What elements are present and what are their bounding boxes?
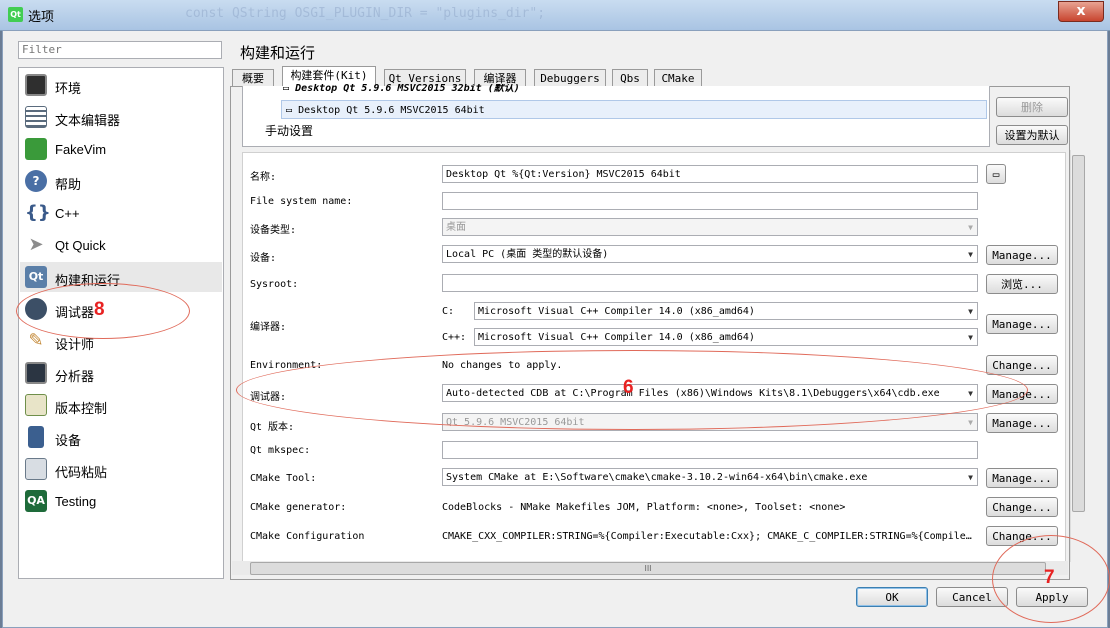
cmake-generator-value: CodeBlocks - NMake Makefiles JOM, Platfo… [442, 502, 846, 513]
sidebar-item-environment[interactable]: 环境 [20, 70, 222, 100]
sidebar-item-help[interactable]: ? 帮助 [20, 166, 222, 196]
qa-testing-icon: QA [25, 490, 47, 512]
device-manage-button[interactable]: Manage... [986, 245, 1058, 265]
cmake-config-label: CMake Configuration [250, 531, 365, 542]
sidebar-item-label: 版本控制 [55, 401, 108, 416]
device-type-select[interactable]: 桌面 [442, 218, 978, 236]
analyzer-icon [25, 362, 47, 384]
version-control-icon [25, 394, 47, 416]
build-run-icon: Qt [25, 266, 47, 288]
tab-debuggers[interactable]: Debuggers [534, 69, 606, 87]
tab-cmake[interactable]: CMake [654, 69, 702, 87]
compiler-manage-button[interactable]: Manage... [986, 314, 1058, 334]
device-select[interactable]: Local PC (桌面 类型的默认设备) [442, 245, 978, 263]
fakevim-icon [25, 138, 47, 160]
qt-version-label: Qt 版本: [250, 422, 295, 433]
background-code-text: const QString OSGI_PLUGIN_DIR = "plugins… [185, 6, 546, 21]
kit-label: Desktop Qt 5.9.6 MSVC2015 64bit [298, 105, 485, 116]
help-icon: ? [25, 170, 47, 192]
set-default-button[interactable]: 设置为默认 [996, 125, 1068, 145]
device-label: 设备: [250, 253, 277, 264]
name-field[interactable]: Desktop Qt %{Qt:Version} MSVC2015 64bit [442, 165, 978, 183]
cpp-compiler-select[interactable]: Microsoft Visual C++ Compiler 14.0 (x86_… [474, 328, 978, 346]
cpp-icon: {} [25, 202, 51, 223]
kit-list: ▭ Desktop Qt 5.9.6 MSVC2015 32bit (默认) ▭… [242, 84, 990, 147]
monitor-small-icon: ▭ [286, 105, 293, 116]
cmake-tool-label: CMake Tool: [250, 473, 317, 484]
tab-qbs[interactable]: Qbs [612, 69, 648, 87]
sidebar-item-code-paste[interactable]: 代码粘贴 [20, 454, 222, 484]
mkspec-label: Qt mkspec: [250, 445, 311, 456]
filter-input[interactable] [18, 41, 222, 59]
manual-group-label: 手动设置 [265, 124, 314, 138]
sidebar-item-text-editor[interactable]: 文本编辑器 [20, 102, 222, 132]
annotation-number-8: 8 [94, 299, 105, 320]
close-button[interactable]: x [1058, 1, 1104, 22]
monitor-icon [25, 74, 47, 96]
title-bar [0, 0, 1110, 31]
sidebar-item-label: Testing [55, 494, 97, 509]
remove-button[interactable]: 删除 [996, 97, 1068, 117]
cmake-tool-manage-button[interactable]: Manage... [986, 468, 1058, 488]
horizontal-scroll-thumb[interactable]: III [250, 562, 1046, 575]
sidebar-item-testing[interactable]: QA Testing [20, 486, 222, 516]
sysroot-field[interactable] [442, 274, 978, 292]
designer-icon: ✎ [28, 330, 44, 351]
qtquick-icon: ➤ [28, 234, 44, 255]
c-compiler-label: C: [442, 306, 455, 317]
sidebar-item-label: 环境 [55, 81, 82, 96]
sidebar-item-label: 代码粘贴 [55, 465, 108, 480]
sidebar-item-devices[interactable]: 设备 [20, 422, 222, 452]
sidebar-item-label: 文本编辑器 [55, 113, 121, 128]
sidebar-item-fakevim[interactable]: FakeVim [20, 134, 222, 164]
cmake-generator-change-button[interactable]: Change... [986, 497, 1058, 517]
device-icon [28, 426, 44, 448]
environment-change-button[interactable]: Change... [986, 355, 1058, 375]
kit-icon-button[interactable]: ▭ [986, 164, 1006, 184]
sidebar-item-qtquick[interactable]: ➤ Qt Quick [20, 230, 222, 260]
sidebar-item-cpp[interactable]: {} C++ [20, 198, 222, 228]
compiler-label: 编译器: [250, 322, 287, 333]
cpp-compiler-label: C++: [442, 332, 467, 343]
sidebar-item-label: C++ [55, 206, 80, 221]
annotation-number-6: 6 [623, 377, 634, 398]
c-compiler-select[interactable]: Microsoft Visual C++ Compiler 14.0 (x86_… [474, 302, 978, 320]
sysroot-browse-button[interactable]: 浏览... [986, 274, 1058, 294]
sidebar-item-label: 设备 [55, 433, 82, 448]
qt-version-manage-button[interactable]: Manage... [986, 413, 1058, 433]
vertical-scroll-thumb[interactable] [1072, 155, 1085, 512]
device-type-label: 设备类型: [250, 225, 297, 236]
window-title: 选项 [28, 10, 55, 25]
annotation-number-7: 7 [1044, 567, 1055, 588]
sidebar-item-label: FakeVim [55, 142, 107, 157]
cmake-tool-select[interactable]: System CMake at E:\Software\cmake\cmake-… [442, 468, 978, 486]
text-editor-icon [25, 106, 47, 128]
monitor-small-icon: ▭ [283, 84, 290, 94]
qt-logo-icon: Qt [8, 7, 23, 22]
monitor-icon: ▭ [992, 168, 1000, 181]
tab-overview[interactable]: 概要 [232, 69, 274, 87]
mkspec-field[interactable] [442, 441, 978, 459]
fs-name-field[interactable] [442, 192, 978, 210]
kit-item-selected[interactable]: ▭ Desktop Qt 5.9.6 MSVC2015 64bit [281, 100, 987, 119]
cmake-generator-label: CMake generator: [250, 502, 347, 513]
kit-label: Desktop Qt 5.9.6 MSVC2015 32bit (默认) [295, 84, 520, 94]
sidebar-item-label: Qt Quick [55, 238, 106, 253]
kit-item[interactable]: ▭ Desktop Qt 5.9.6 MSVC2015 32bit (默认) [283, 84, 520, 96]
code-paste-icon [25, 458, 47, 480]
sidebar-item-analyzer[interactable]: 分析器 [20, 358, 222, 388]
name-label: 名称: [250, 172, 277, 183]
fs-name-label: File system name: [250, 196, 353, 207]
sysroot-label: Sysroot: [250, 279, 299, 290]
sidebar-item-version-control[interactable]: 版本控制 [20, 390, 222, 420]
ok-button[interactable]: OK [856, 587, 928, 607]
sidebar-item-label: 分析器 [55, 369, 95, 384]
sidebar-item-label: 帮助 [55, 177, 82, 192]
page-title: 构建和运行 [240, 45, 316, 62]
cmake-config-value: CMAKE_CXX_COMPILER:STRING=%{Compiler:Exe… [442, 531, 972, 542]
